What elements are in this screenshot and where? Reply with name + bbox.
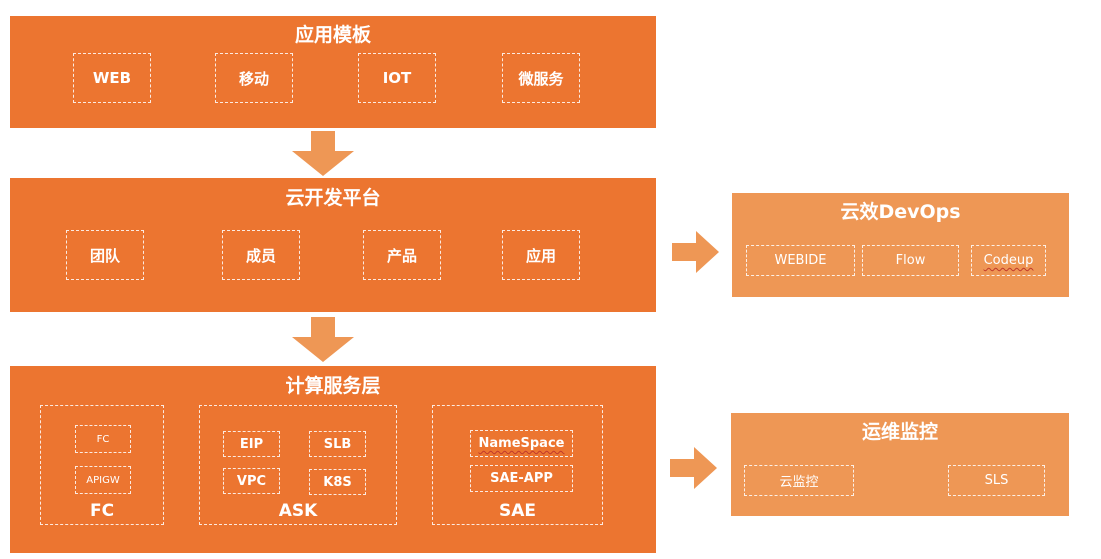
- sae-group-label: SAE: [498, 501, 536, 521]
- ask-item-k8s: K8S: [309, 469, 366, 495]
- app-template-layer: 应用模板 WEB 移动 IOT 微服务: [10, 16, 656, 128]
- ask-item-vpc: VPC: [223, 468, 280, 494]
- devops-item-codeup: Codeup: [971, 245, 1046, 276]
- compute-group-fc: FC APIGW FC: [40, 405, 164, 525]
- fc-item-fc: FC: [75, 425, 131, 453]
- ops-item-sls: SLS: [948, 465, 1045, 496]
- ask-item-slb: SLB: [309, 431, 366, 457]
- platform-item-member: 成员: [222, 230, 300, 280]
- compute-group-ask: EIP SLB VPC K8S ASK: [199, 405, 397, 525]
- ask-group-label: ASK: [278, 501, 318, 521]
- devops-item-webide: WEBIDE: [746, 245, 855, 276]
- platform-item-application: 应用: [502, 230, 580, 280]
- sae-item-namespace: NameSpace: [470, 430, 573, 457]
- platform-item-team: 团队: [66, 230, 144, 280]
- platform-item-product: 产品: [363, 230, 441, 280]
- compute-service-title: 计算服务层: [285, 375, 381, 397]
- app-template-item-web: WEB: [73, 53, 151, 103]
- app-template-item-mobile: 移动: [215, 53, 293, 103]
- app-template-title: 应用模板: [294, 24, 371, 46]
- devops-item-flow: Flow: [862, 245, 959, 276]
- ask-item-eip: EIP: [223, 431, 280, 457]
- ops-monitoring-title: 运维监控: [861, 421, 938, 443]
- arrow-down-icon: [292, 131, 354, 176]
- arrow-down-icon: [292, 317, 354, 362]
- fc-item-apigw: APIGW: [75, 466, 131, 494]
- cloud-dev-platform-layer: 云开发平台 团队 成员 产品 应用: [10, 178, 656, 312]
- app-template-item-microservice: 微服务: [502, 53, 580, 103]
- app-template-item-iot: IOT: [358, 53, 436, 103]
- compute-service-layer: 计算服务层 FC APIGW FC EIP SLB VPC K8S ASK Na…: [10, 366, 656, 553]
- fc-group-label: FC: [89, 501, 115, 521]
- ops-monitoring-panel: 运维监控 云监控 SLS: [731, 413, 1069, 516]
- sae-item-namespace-text: NameSpace: [478, 436, 565, 451]
- sae-item-sae-app: SAE-APP: [470, 465, 573, 492]
- arrow-right-icon: [670, 447, 717, 489]
- ops-item-cloud-monitor: 云监控: [744, 465, 854, 496]
- arrow-right-icon: [672, 231, 719, 273]
- cloud-dev-platform-title: 云开发平台: [285, 187, 381, 209]
- devops-title: 云效DevOps: [840, 201, 961, 223]
- compute-group-sae: NameSpace SAE-APP SAE: [432, 405, 603, 525]
- devops-panel: 云效DevOps WEBIDE Flow Codeup: [732, 193, 1069, 297]
- devops-item-codeup-text: Codeup: [983, 253, 1034, 268]
